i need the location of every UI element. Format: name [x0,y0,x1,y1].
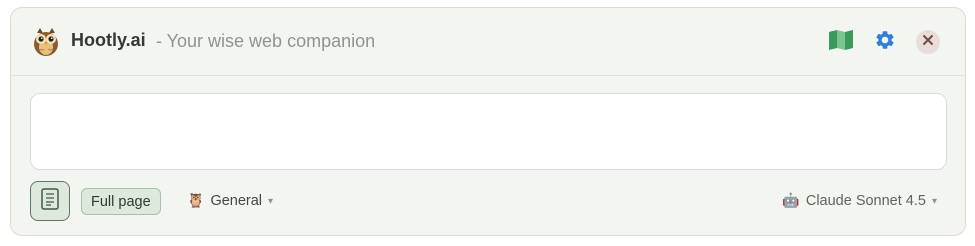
guide-button[interactable] [827,28,855,56]
mode-label: General [210,193,263,209]
full-page-label: Full page [91,193,151,210]
robot-icon: 🤖 [782,193,800,209]
gear-icon [874,29,896,56]
model-selector[interactable]: 🤖 Claude Sonnet 4.5 ▾ [782,193,937,209]
close-icon [922,33,934,51]
close-button[interactable] [916,30,940,54]
book-icon [828,29,854,56]
panel-header: Hootly.ai - Your wise web companion [11,8,965,76]
model-label: Claude Sonnet 4.5 [805,193,926,209]
document-icon [41,187,59,215]
app-name: Hootly.ai [71,30,146,50]
settings-button[interactable] [871,28,899,56]
chevron-down-icon: ▾ [268,195,274,207]
chevron-down-icon: ▾ [931,195,937,207]
hootly-panel: Hootly.ai - Your wise web companion Full… [10,7,966,236]
owl-icon: 🦉 [187,193,205,209]
mode-selector[interactable]: 🦉 General ▾ [187,193,273,209]
full-page-chip[interactable]: Full page [81,188,161,215]
owl-logo-icon [31,27,61,57]
page-context-toggle[interactable] [30,181,70,221]
prompt-input[interactable] [30,93,947,170]
app-tagline: - Your wise web companion [156,31,376,51]
